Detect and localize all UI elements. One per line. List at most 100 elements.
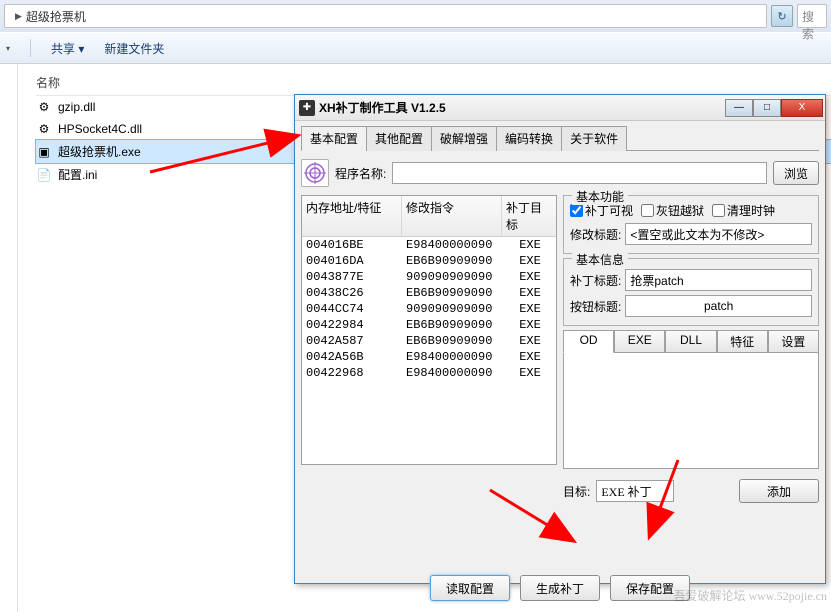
file-name: 配置.ini	[58, 166, 97, 183]
main-tab[interactable]: 破解增强	[431, 126, 497, 151]
column-header-name[interactable]: 名称	[36, 70, 831, 96]
table-header-cell[interactable]: 修改指令	[402, 196, 502, 236]
table-cell: EB6B90909090	[402, 285, 502, 301]
toolbar-new-folder[interactable]: 新建文件夹	[104, 40, 164, 57]
table-cell: EB6B90909090	[402, 317, 502, 333]
read-config-button[interactable]: 读取配置	[430, 575, 510, 601]
table-cell: 909090909090	[402, 301, 502, 317]
generate-patch-button[interactable]: 生成补丁	[520, 575, 600, 601]
modify-title-input[interactable]	[625, 223, 812, 245]
checkbox-gray-button[interactable]: 灰钮越狱	[641, 202, 704, 219]
close-button[interactable]: X	[781, 99, 823, 117]
main-tab[interactable]: 关于软件	[561, 126, 627, 151]
main-tab[interactable]: 其他配置	[366, 126, 432, 151]
button-title-input[interactable]	[625, 295, 812, 317]
explorer-toolbar: ▾ 共享 ▾ 新建文件夹	[0, 32, 831, 64]
patch-title-input[interactable]	[625, 269, 812, 291]
table-row[interactable]: 004016DAEB6B90909090EXE	[302, 253, 556, 269]
titlebar[interactable]: ✚ XH补丁制作工具 V1.2.5 — □ X	[295, 95, 825, 121]
table-cell: EXE	[502, 269, 557, 285]
table-cell: 0044CC74	[302, 301, 402, 317]
breadcrumb-chevron-icon: ▶	[15, 11, 22, 22]
table-row[interactable]: 0044CC74909090909090EXE	[302, 301, 556, 317]
table-row[interactable]: 0043877E909090909090EXE	[302, 269, 556, 285]
file-name: gzip.dll	[58, 100, 95, 114]
table-row[interactable]: 00422968E98400000090EXE	[302, 365, 556, 381]
basic-info-group: 基本信息 补丁标题: 按钮标题:	[563, 258, 819, 326]
basic-functions-legend: 基本功能	[572, 188, 628, 205]
program-name-input[interactable]	[392, 162, 767, 184]
table-cell: 00438C26	[302, 285, 402, 301]
table-cell: EXE	[502, 333, 557, 349]
refresh-button[interactable]: ↻	[771, 5, 793, 27]
table-cell: 004016DA	[302, 253, 402, 269]
app-icon: ✚	[299, 100, 315, 116]
basic-info-legend: 基本信息	[572, 251, 628, 268]
table-cell: EXE	[502, 301, 557, 317]
drag-target-icon[interactable]	[301, 159, 329, 187]
table-cell: EXE	[502, 285, 557, 301]
table-cell: E98400000090	[402, 237, 502, 253]
source-tabstrip: ODEXEDLL特征设置	[563, 330, 819, 353]
table-row[interactable]: 00422984EB6B90909090EXE	[302, 317, 556, 333]
source-tab[interactable]: 设置	[768, 330, 819, 353]
table-cell: 0042A587	[302, 333, 402, 349]
window-title: XH补丁制作工具 V1.2.5	[319, 99, 725, 116]
file-name: HPSocket4C.dll	[58, 122, 142, 136]
table-cell: E98400000090	[402, 365, 502, 381]
table-cell: EXE	[502, 237, 557, 253]
search-placeholder: 搜索	[802, 10, 814, 41]
table-cell: 0042A56B	[302, 349, 402, 365]
table-cell: 0043877E	[302, 269, 402, 285]
file-icon: ⚙	[36, 121, 52, 137]
source-pane[interactable]	[563, 353, 819, 469]
breadcrumb-segment[interactable]: 超级抢票机	[26, 8, 86, 25]
table-cell: 909090909090	[402, 269, 502, 285]
watermark: 吾爱破解论坛 www.52pojie.cn	[673, 587, 827, 604]
maximize-button[interactable]: □	[753, 99, 781, 117]
search-input[interactable]: 搜索	[797, 4, 827, 28]
target-input[interactable]	[596, 480, 674, 502]
patch-tool-window: ✚ XH补丁制作工具 V1.2.5 — □ X 基本配置其他配置破解增强编码转换…	[294, 94, 826, 584]
source-tab[interactable]: DLL	[665, 330, 716, 353]
table-header-cell[interactable]: 内存地址/特征	[302, 196, 402, 236]
file-icon: ▣	[36, 144, 52, 160]
source-tab[interactable]: 特征	[717, 330, 768, 353]
file-name: 超级抢票机.exe	[58, 143, 141, 160]
checkbox-clean-clock[interactable]: 清理时钟	[712, 202, 775, 219]
table-header-cell[interactable]: 补丁目标	[502, 196, 557, 236]
patch-table[interactable]: 内存地址/特征修改指令补丁目标 004016BEE98400000090EXE0…	[301, 195, 557, 465]
main-tab[interactable]: 基本配置	[301, 126, 367, 151]
table-row[interactable]: 00438C26EB6B90909090EXE	[302, 285, 556, 301]
table-row[interactable]: 004016BEE98400000090EXE	[302, 237, 556, 253]
table-cell: 00422984	[302, 317, 402, 333]
toolbar-share[interactable]: 共享 ▾	[51, 40, 84, 57]
table-cell: 00422968	[302, 365, 402, 381]
refresh-icon: ↻	[777, 10, 786, 23]
minimize-button[interactable]: —	[725, 99, 753, 117]
browse-button[interactable]: 浏览	[773, 161, 819, 185]
program-name-label: 程序名称:	[335, 165, 386, 182]
target-label: 目标:	[563, 483, 590, 500]
table-cell: EXE	[502, 349, 557, 365]
table-cell: EB6B90909090	[402, 333, 502, 349]
explorer-address-bar: ▶ 超级抢票机 ↻ 搜索	[0, 0, 831, 32]
table-row[interactable]: 0042A56BE98400000090EXE	[302, 349, 556, 365]
organize-dropdown-icon[interactable]: ▾	[6, 44, 10, 53]
file-icon: ⚙	[36, 99, 52, 115]
table-row[interactable]: 0042A587EB6B90909090EXE	[302, 333, 556, 349]
address-field[interactable]: ▶ 超级抢票机	[4, 4, 767, 28]
button-title-label: 按钮标题:	[570, 298, 621, 315]
table-cell: EXE	[502, 365, 557, 381]
source-tab[interactable]: OD	[563, 330, 614, 353]
main-tabstrip: 基本配置其他配置破解增强编码转换关于软件	[301, 125, 819, 151]
table-cell: EXE	[502, 317, 557, 333]
explorer-nav-pane	[0, 64, 18, 612]
main-tab[interactable]: 编码转换	[496, 126, 562, 151]
patch-title-label: 补丁标题:	[570, 272, 621, 289]
table-cell: 004016BE	[302, 237, 402, 253]
basic-functions-group: 基本功能 补丁可视 灰钮越狱 清理时钟 修改标题:	[563, 195, 819, 254]
add-button[interactable]: 添加	[739, 479, 819, 503]
source-tab[interactable]: EXE	[614, 330, 665, 353]
modify-title-label: 修改标题:	[570, 226, 621, 243]
